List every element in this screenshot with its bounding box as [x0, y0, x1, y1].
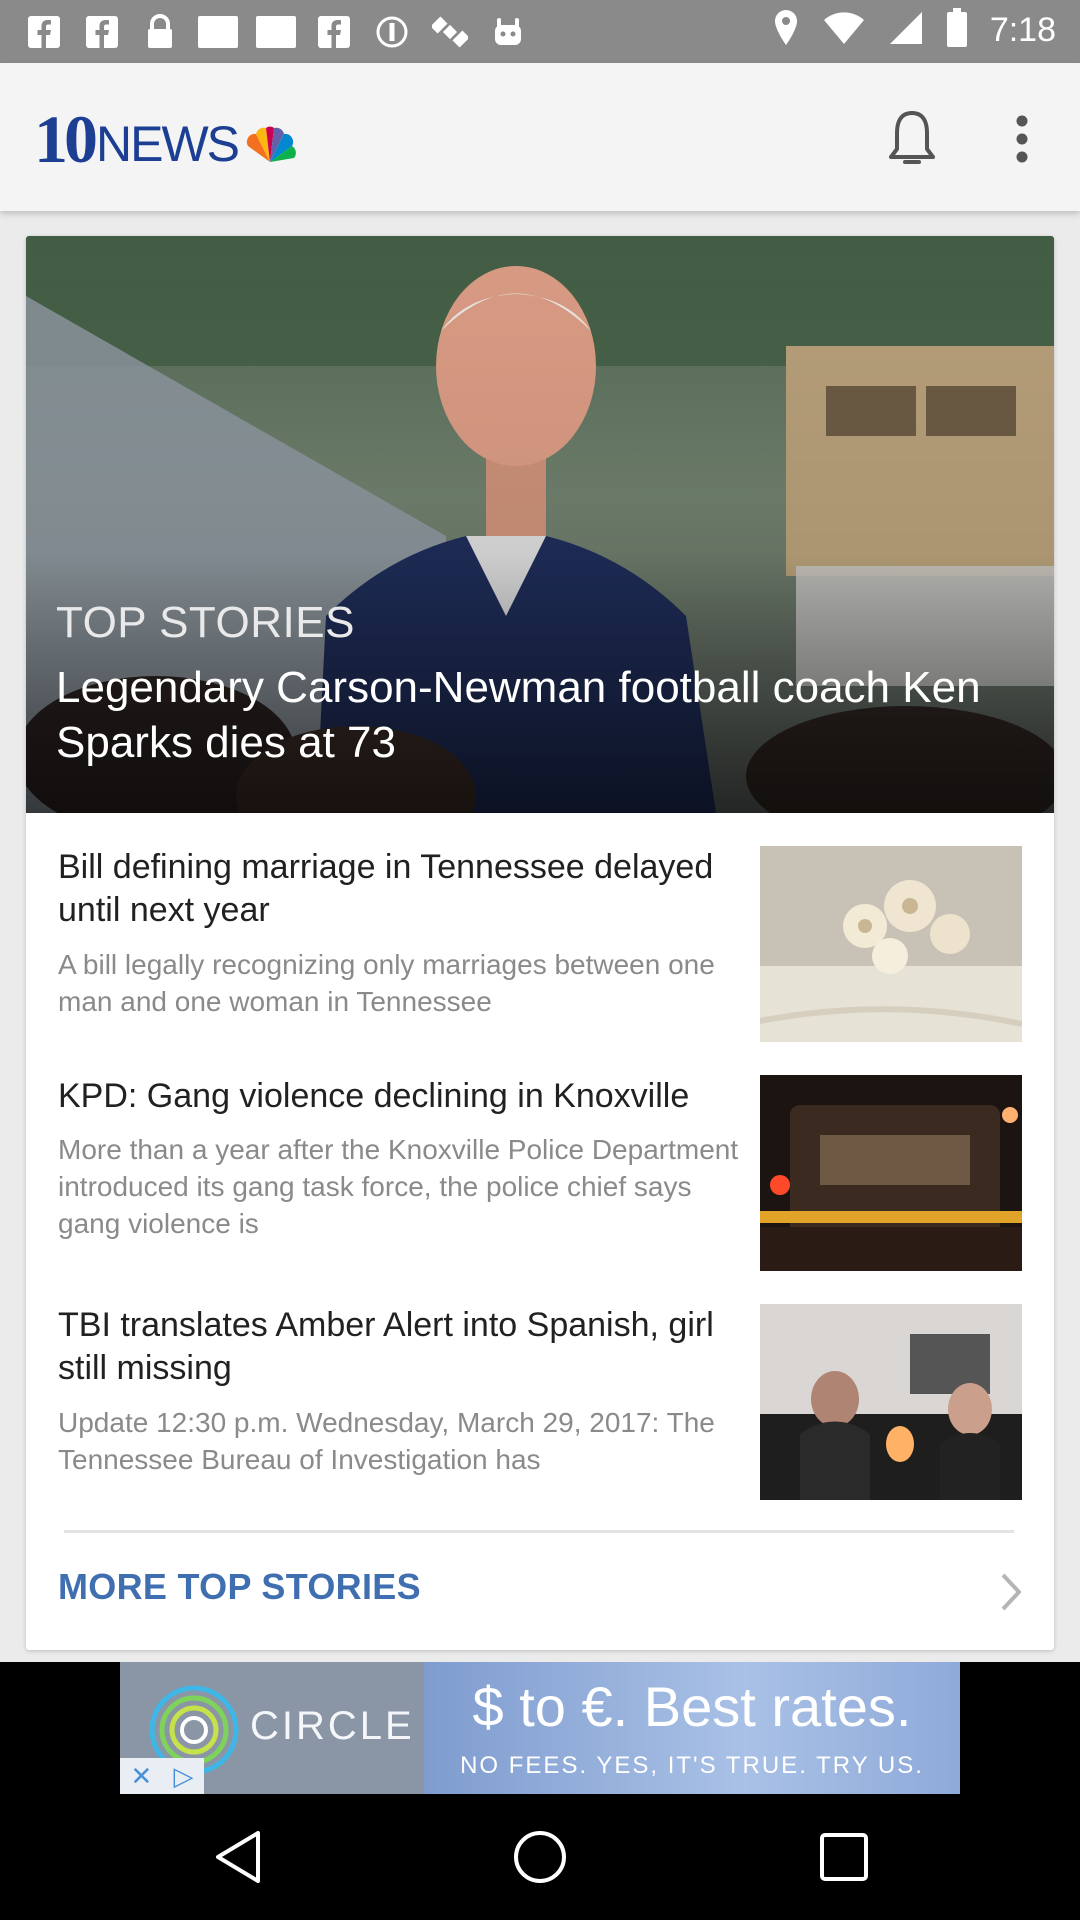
ad-headline: $ to €. Best rates.: [472, 1675, 912, 1738]
story-title: Bill defining marriage in Tennessee dela…: [58, 848, 714, 929]
logo-number: 10: [34, 101, 98, 177]
ad-message-panel: $ to €. Best rates. NO FEES. YES, IT'S T…: [424, 1662, 960, 1794]
image-icon: [256, 12, 296, 52]
story-title: KPD: Gang violence declining in Knoxvill…: [58, 1077, 690, 1115]
story-summary: A bill legally recognizing only marriage…: [58, 949, 715, 1017]
story-title: TBI translates Amber Alert into Spanish,…: [58, 1306, 714, 1387]
image-icon: [198, 12, 238, 52]
ad-subline: NO FEES. YES, IT'S TRUE. TRY US.: [460, 1752, 924, 1779]
home-button[interactable]: [510, 1827, 570, 1887]
logo-text: NEWS: [96, 116, 240, 172]
hero-story[interactable]: TOP STORIES Legendary Carson-Newman foot…: [26, 236, 1054, 813]
recents-button[interactable]: [814, 1827, 874, 1887]
status-bar: 7:18: [0, 0, 1080, 63]
bell-icon: [889, 111, 935, 164]
android-icon: [488, 12, 528, 52]
recents-icon: [820, 1833, 868, 1881]
notifications-button[interactable]: [880, 103, 944, 175]
overflow-menu-button[interactable]: [1002, 103, 1042, 175]
peacock-icon: [242, 124, 298, 169]
ad-choices-badge[interactable]: ✕ ▷: [120, 1758, 204, 1794]
lock-icon: [140, 12, 180, 52]
story-item[interactable]: Bill defining marriage in Tennessee dela…: [26, 846, 1054, 1046]
ad-brand-panel: CIRCLE ✕ ▷: [120, 1662, 424, 1794]
story-thumbnail: [760, 846, 1022, 1042]
top-stories-card: TOP STORIES Legendary Carson-Newman foot…: [26, 236, 1054, 1650]
location-icon: [772, 8, 800, 53]
facebook-icon: [82, 12, 122, 52]
hero-kicker: TOP STORIES: [56, 598, 355, 647]
chevron-right-icon: [1000, 1572, 1022, 1617]
divider: [64, 1530, 1014, 1533]
home-icon: [514, 1831, 566, 1883]
notification-icons: [24, 12, 528, 52]
hero-headline: Legendary Carson-Newman football coach K…: [56, 663, 981, 767]
close-icon: ✕: [130, 1761, 153, 1791]
system-nav-bar: [0, 1794, 1080, 1920]
more-top-stories-link[interactable]: MORE TOP STORIES: [26, 1556, 1054, 1626]
satellite-icon: [430, 12, 470, 52]
system-status: 7:18: [772, 8, 1056, 53]
back-button[interactable]: [208, 1827, 268, 1887]
story-summary: Update 12:30 p.m. Wednesday, March 29, 2…: [58, 1407, 715, 1475]
story-item[interactable]: KPD: Gang violence declining in Knoxvill…: [26, 1075, 1054, 1275]
app-bar: 10 NEWS: [0, 63, 1080, 211]
facebook-icon: [314, 12, 354, 52]
clock: 7:18: [989, 11, 1056, 49]
ad-brand-name: CIRCLE: [250, 1704, 415, 1748]
play-icon: ▷: [173, 1761, 194, 1791]
more-vert-icon: [1016, 115, 1028, 163]
wifi-icon: [822, 10, 866, 51]
do-not-disturb-icon: [372, 12, 412, 52]
ad-banner[interactable]: CIRCLE ✕ ▷ $ to €. Best rates. NO FEES. …: [120, 1662, 960, 1794]
story-summary: More than a year after the Knoxville Pol…: [58, 1134, 739, 1239]
ad-banner-area: CIRCLE ✕ ▷ $ to €. Best rates. NO FEES. …: [0, 1662, 1080, 1794]
battery-icon: [946, 8, 968, 53]
signal-icon: [888, 10, 924, 51]
facebook-icon: [24, 12, 64, 52]
story-thumbnail: [760, 1304, 1022, 1500]
back-icon: [216, 1831, 260, 1883]
story-item[interactable]: TBI translates Amber Alert into Spanish,…: [26, 1304, 1054, 1504]
story-thumbnail: [760, 1075, 1022, 1271]
app-logo[interactable]: 10 NEWS: [34, 103, 298, 173]
more-top-stories-label: MORE TOP STORIES: [58, 1566, 421, 1607]
